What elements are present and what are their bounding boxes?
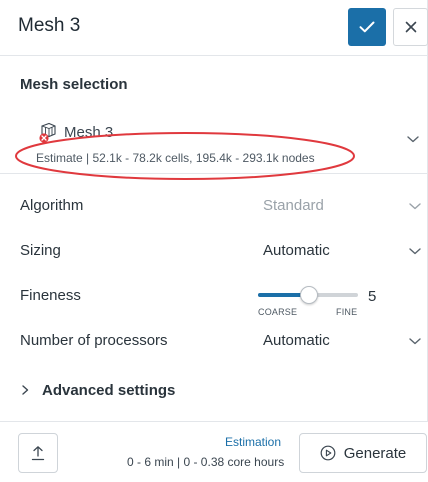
processors-label: Number of processors: [20, 332, 168, 349]
panel-footer: Estimation 0 - 6 min | 0 - 0.38 core hou…: [0, 421, 428, 482]
fineness-label: Fineness: [20, 287, 81, 304]
slider-min-label: COARSE: [258, 307, 298, 317]
estimation-link[interactable]: Estimation: [225, 435, 281, 449]
mesh-selection-title: Mesh selection: [20, 76, 128, 93]
fineness-slider[interactable]: COARSE FINE: [258, 283, 360, 319]
processors-select[interactable]: Automatic: [258, 324, 428, 358]
chevron-down-icon: [409, 248, 421, 255]
close-button[interactable]: [393, 8, 428, 46]
confirm-button[interactable]: [348, 8, 386, 46]
chevron-right-icon: [22, 385, 29, 395]
algorithm-label: Algorithm: [20, 197, 84, 214]
algorithm-select[interactable]: Standard: [258, 189, 428, 223]
chevron-down-icon: [409, 203, 421, 210]
generate-button[interactable]: Generate: [299, 433, 427, 473]
algorithm-value: Standard: [263, 197, 324, 214]
chevron-down-icon: [409, 338, 421, 345]
mesh-panel: Mesh 3 Mesh selection Mesh 3 Estimate | …: [0, 0, 428, 482]
mesh-icon: [39, 122, 56, 143]
chevron-down-icon[interactable]: [406, 134, 420, 144]
algorithm-row: Algorithm Standard: [0, 186, 428, 226]
generate-label: Generate: [343, 444, 407, 462]
play-circle-icon: [320, 445, 336, 461]
mesh-selection-item[interactable]: Mesh 3 Estimate | 52.1k - 78.2k cells, 1…: [0, 112, 428, 174]
mesh-estimate: Estimate | 52.1k - 78.2k cells, 195.4k -…: [36, 151, 315, 165]
fineness-value: 5: [368, 288, 377, 305]
slider-thumb[interactable]: [300, 286, 318, 304]
mesh-name: Mesh 3: [64, 124, 114, 141]
close-icon: [405, 21, 416, 33]
slider-max-label: FINE: [336, 307, 358, 317]
panel-header: Mesh 3: [0, 0, 428, 56]
sizing-select[interactable]: Automatic: [258, 234, 428, 268]
upload-button[interactable]: [18, 433, 58, 473]
sizing-row: Sizing Automatic: [0, 231, 428, 271]
upload-icon: [31, 446, 45, 461]
advanced-settings-label: Advanced settings: [42, 381, 176, 399]
advanced-settings-toggle[interactable]: Advanced settings: [20, 380, 175, 400]
processors-value: Automatic: [263, 332, 330, 349]
panel-title: Mesh 3: [18, 15, 81, 36]
processors-row: Number of processors Automatic: [0, 321, 428, 361]
sizing-value: Automatic: [263, 242, 330, 259]
estimation-detail: 0 - 6 min | 0 - 0.38 core hours: [127, 455, 285, 469]
fineness-row: Fineness: [0, 276, 428, 316]
sizing-label: Sizing: [20, 242, 61, 259]
check-icon: [359, 21, 375, 33]
